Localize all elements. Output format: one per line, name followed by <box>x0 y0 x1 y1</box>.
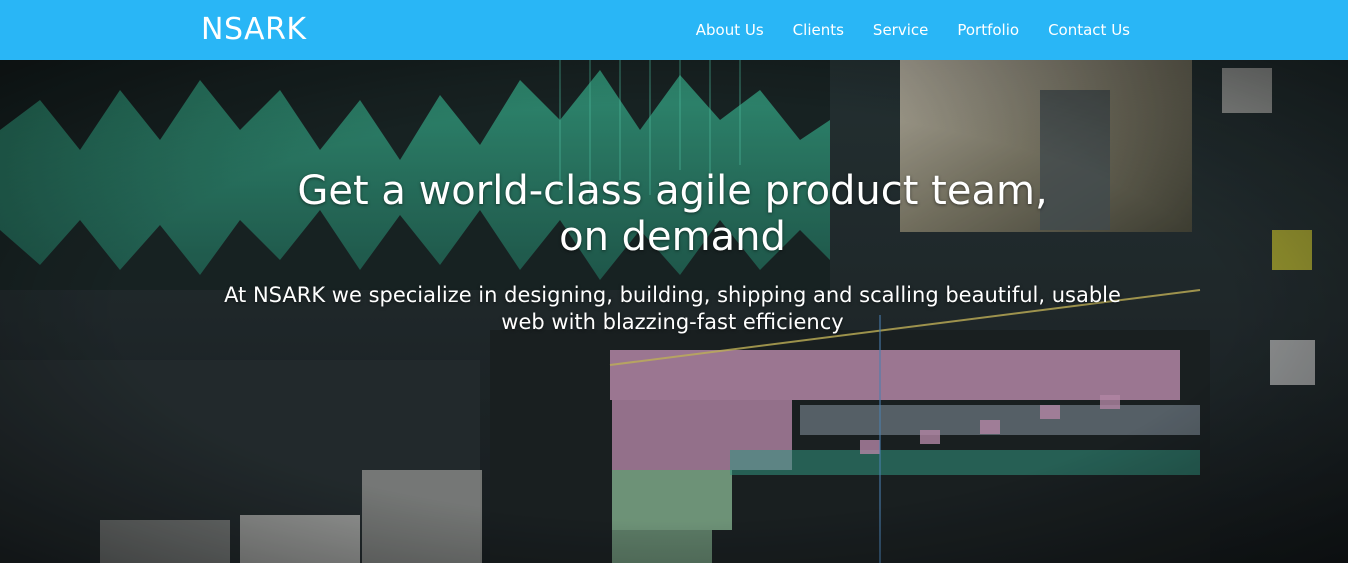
nav-link-about-us[interactable]: About Us <box>696 21 764 39</box>
hero-subtitle: At NSARK we specialize in designing, bui… <box>224 283 1121 334</box>
nav-link-clients[interactable]: Clients <box>793 21 844 39</box>
nav-link-service[interactable]: Service <box>873 21 928 39</box>
hero-section: Get a world-class agile product team, on… <box>0 60 1348 563</box>
nav-link-contact-us[interactable]: Contact Us <box>1048 21 1130 39</box>
brand-logo[interactable]: NSARK <box>201 12 307 48</box>
top-navbar: NSARK About Us Clients Service Portfolio… <box>0 0 1348 60</box>
nav-menu: About Us Clients Service Portfolio Conta… <box>667 0 1130 60</box>
nav-link-portfolio[interactable]: Portfolio <box>957 21 1019 39</box>
hero-title: Get a world-class agile product team, on… <box>297 168 1048 260</box>
